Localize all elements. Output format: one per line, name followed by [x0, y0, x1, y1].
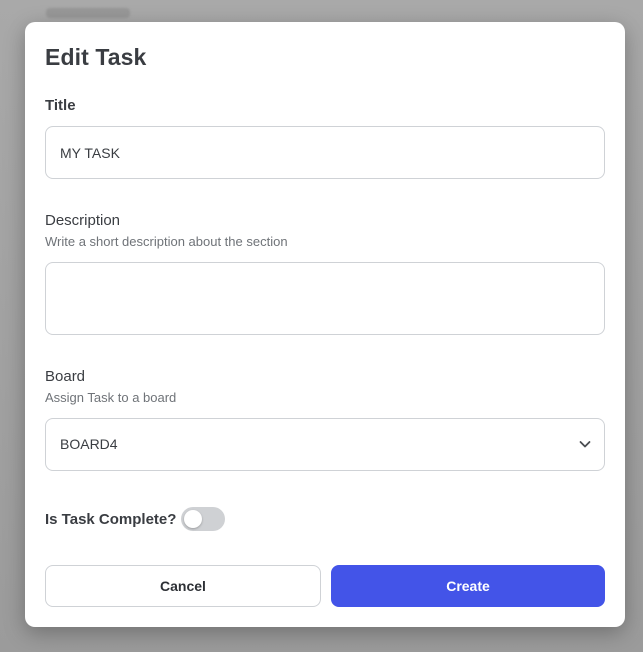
board-select-value: BOARD4: [60, 436, 118, 452]
description-hint: Write a short description about the sect…: [45, 234, 288, 249]
task-complete-label: Is Task Complete?: [45, 511, 177, 528]
description-label: Description: [45, 212, 121, 229]
chevron-down-icon: [579, 441, 591, 448]
edit-task-dialog: Edit Task Title Description Write a shor…: [25, 22, 625, 627]
board-hint: Assign Task to a board: [45, 390, 177, 405]
cancel-button[interactable]: Cancel: [45, 565, 321, 607]
board-label: Board: [45, 368, 86, 385]
dialog-title: Edit Task: [45, 44, 147, 70]
description-input[interactable]: [45, 262, 605, 335]
task-complete-toggle[interactable]: [181, 507, 225, 531]
title-label: Title: [45, 97, 76, 114]
toggle-knob: [184, 510, 202, 528]
title-input[interactable]: [45, 126, 605, 179]
create-button[interactable]: Create: [331, 565, 605, 607]
board-select[interactable]: BOARD4: [45, 418, 605, 471]
background-content: [46, 8, 130, 18]
